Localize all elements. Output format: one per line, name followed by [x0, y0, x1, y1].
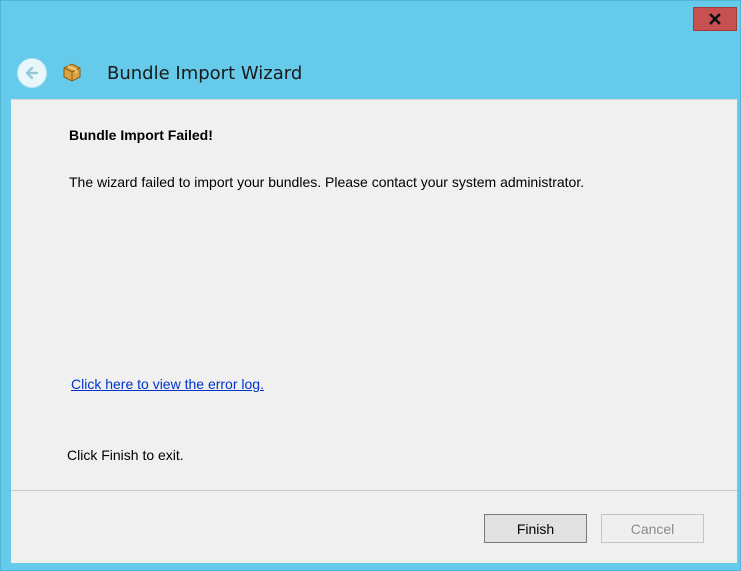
- finish-button[interactable]: Finish: [484, 514, 587, 543]
- close-icon: [709, 13, 721, 25]
- exit-instructions: Click Finish to exit.: [67, 447, 184, 463]
- window-title: Bundle Import Wizard: [107, 63, 303, 84]
- wizard-window: Bundle Import Wizard Bundle Import Faile…: [0, 0, 741, 571]
- back-arrow-icon: [25, 66, 39, 80]
- view-error-log-link[interactable]: Click here to view the error log.: [71, 376, 264, 392]
- error-message: The wizard failed to import your bundles…: [69, 174, 585, 190]
- cancel-button[interactable]: Cancel: [601, 514, 704, 543]
- button-bar: Finish Cancel: [11, 490, 737, 563]
- package-box-icon: [63, 63, 81, 82]
- close-button[interactable]: [693, 7, 737, 31]
- page-heading: Bundle Import Failed!: [69, 127, 213, 143]
- content-panel: Bundle Import Failed! The wizard failed …: [11, 99, 737, 490]
- back-button[interactable]: [17, 58, 47, 88]
